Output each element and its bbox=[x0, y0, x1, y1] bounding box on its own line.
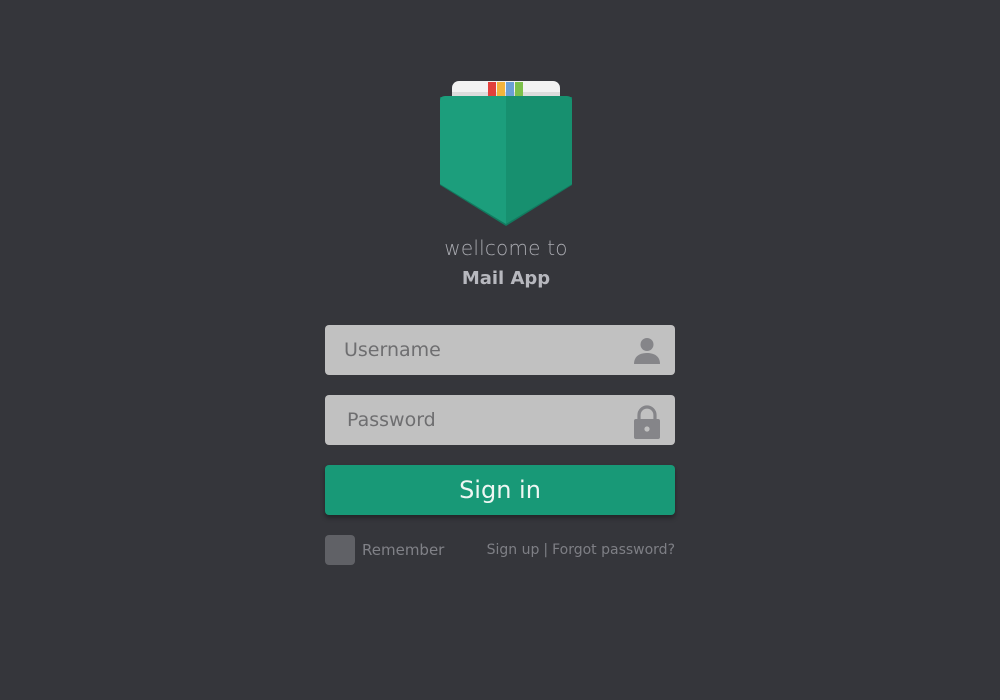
app-logo bbox=[439, 80, 573, 228]
lock-icon bbox=[632, 405, 662, 439]
welcome-text: wellcome to bbox=[444, 236, 568, 260]
mail-pocket-icon bbox=[440, 81, 572, 226]
app-title: Mail App bbox=[461, 268, 551, 289]
sign-in-button[interactable]: Sign in bbox=[325, 465, 675, 515]
link-separator: | bbox=[543, 542, 549, 558]
auth-links: Sign up | Forgot password? bbox=[487, 542, 675, 558]
forgot-password-link[interactable]: Forgot password? bbox=[552, 542, 675, 558]
sign-up-link[interactable]: Sign up bbox=[487, 542, 540, 558]
username-input[interactable] bbox=[325, 325, 675, 375]
user-icon bbox=[632, 335, 662, 365]
username-field-container bbox=[325, 325, 675, 375]
remember-checkbox[interactable] bbox=[325, 535, 355, 565]
password-input[interactable] bbox=[325, 395, 675, 445]
remember-label: Remember bbox=[362, 541, 445, 559]
password-field-container bbox=[325, 395, 675, 445]
